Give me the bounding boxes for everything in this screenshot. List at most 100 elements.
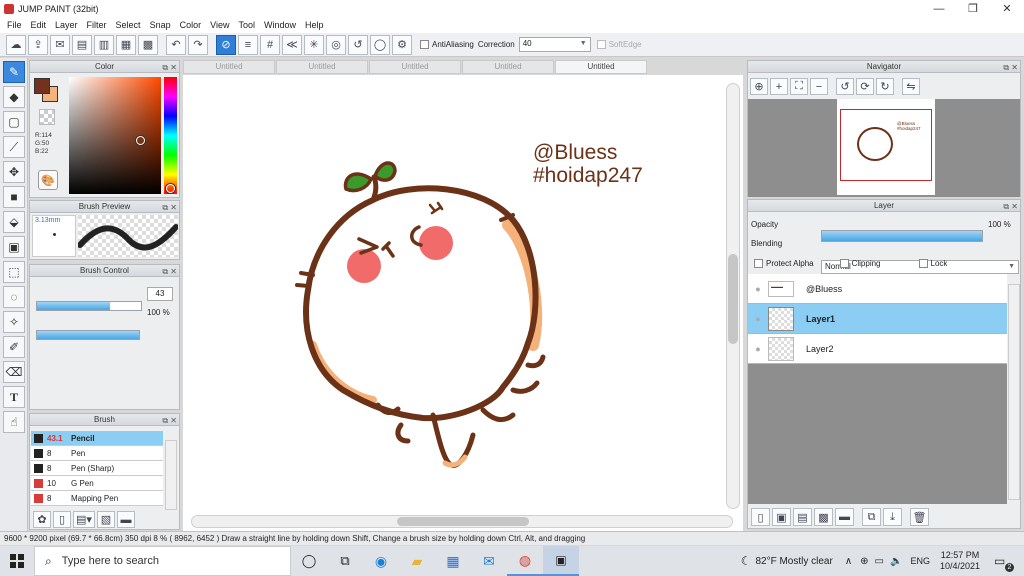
hue-slider-handle[interactable]: [166, 184, 175, 193]
flip-horizontal-icon[interactable]: ⇋: [902, 78, 920, 95]
crosshatch-snap-icon[interactable]: #: [260, 34, 280, 55]
settings-icon[interactable]: ⚙: [392, 34, 412, 55]
close-button[interactable]: ✕: [990, 0, 1024, 17]
drawing-canvas[interactable]: @Bluess #hoidap247: [183, 75, 743, 531]
tab-untitled-1[interactable]: Untitled: [183, 60, 275, 74]
edge-icon[interactable]: ◉: [363, 553, 399, 570]
navigator-viewport[interactable]: @Bluess #hoidap247: [748, 99, 1020, 197]
rotate-left-icon[interactable]: ↺: [836, 78, 854, 95]
layer-list-scrollbar[interactable]: [1008, 284, 1020, 500]
menu-view[interactable]: View: [207, 20, 235, 30]
select-tool-icon[interactable]: ⬚: [3, 261, 25, 283]
panel-close-icon[interactable]: ⧉ ✕: [162, 62, 177, 74]
message-icon[interactable]: ▤: [72, 34, 92, 55]
snap-off-icon[interactable]: ⊘: [216, 34, 236, 55]
file-explorer-icon[interactable]: ▰: [399, 553, 435, 570]
zoom-fit-icon[interactable]: ⊕: [750, 78, 768, 95]
color-picker-handle[interactable]: [136, 136, 145, 145]
network-icon[interactable]: ⊕: [860, 556, 868, 567]
new-halftone-layer-icon[interactable]: ▤: [793, 508, 812, 526]
layer-opacity-slider[interactable]: [821, 230, 983, 242]
brush-folder-icon[interactable]: ▬: [117, 511, 135, 528]
protect-alpha-checkbox[interactable]: [754, 258, 763, 268]
hand-tool-icon[interactable]: ☝: [3, 411, 25, 433]
menu-layer[interactable]: Layer: [52, 20, 84, 30]
lasso-tool-icon[interactable]: ◌: [3, 286, 25, 308]
page-icon[interactable]: ▦: [116, 34, 136, 55]
new-brush-icon[interactable]: ▯: [53, 511, 71, 528]
share-icon[interactable]: ⇪: [28, 34, 48, 55]
rotate-right-icon[interactable]: ↻: [876, 78, 894, 95]
brush-item-pencil[interactable]: 43.1 Pencil: [31, 431, 163, 446]
new-layer-icon[interactable]: ▯: [751, 508, 770, 526]
redo-icon[interactable]: ↷: [188, 34, 208, 55]
weather-text[interactable]: 82°F Mostly clear: [755, 556, 832, 567]
brush-item-g-pen[interactable]: 10 G Pen: [31, 476, 163, 491]
vertical-scroll-thumb[interactable]: [728, 254, 738, 344]
antialiasing-checkbox[interactable]: [420, 40, 429, 49]
text-tool-icon[interactable]: T: [3, 386, 25, 408]
jump-paint-taskbar-icon[interactable]: ▣: [543, 546, 579, 576]
language-indicator[interactable]: ENG: [910, 556, 930, 566]
brush-item-pen[interactable]: 8 Pen: [31, 446, 163, 461]
tab-untitled-4[interactable]: Untitled: [462, 60, 554, 74]
brush-opacity-slider[interactable]: [36, 330, 140, 340]
volume-icon[interactable]: 🔈: [890, 556, 902, 567]
color-field[interactable]: [69, 77, 161, 194]
panel-close-icon[interactable]: ⧉ ✕: [162, 415, 177, 427]
tab-untitled-2[interactable]: Untitled: [276, 60, 368, 74]
ellipse-snap-icon[interactable]: ◯: [370, 34, 390, 55]
eraser-tool-icon[interactable]: ◆: [3, 86, 25, 108]
windows-start-icon[interactable]: [0, 546, 34, 576]
panel-close-icon[interactable]: ⧉ ✕: [1003, 62, 1018, 74]
layer-row-layer2[interactable]: ● Layer2: [748, 334, 1007, 364]
bucket-tool-icon[interactable]: ⬙: [3, 211, 25, 233]
canvas-vertical-scrollbar[interactable]: [726, 83, 740, 509]
copy-brush-icon[interactable]: ▤▾: [73, 511, 95, 528]
store-icon[interactable]: ▦: [435, 553, 471, 570]
import-brush-icon[interactable]: ▧: [97, 511, 115, 528]
zoom-in-icon[interactable]: +: [770, 78, 788, 95]
menu-color[interactable]: Color: [177, 20, 208, 30]
horizontal-scroll-thumb[interactable]: [397, 517, 529, 526]
curve-snap-icon[interactable]: ↺: [348, 34, 368, 55]
eye-icon[interactable]: ●: [752, 343, 764, 355]
new-tone-layer-icon[interactable]: ▩: [814, 508, 833, 526]
select-eraser-tool-icon[interactable]: ⌫: [3, 361, 25, 383]
menu-window[interactable]: Window: [261, 20, 302, 30]
brush-item-pen-sharp[interactable]: 8 Pen (Sharp): [31, 461, 163, 476]
clock[interactable]: 12:57 PM 10/4/2021: [940, 550, 980, 572]
correction-select[interactable]: 40 ▼: [518, 37, 591, 52]
vanishing-point-snap-icon[interactable]: ≪: [282, 34, 302, 55]
restore-button[interactable]: ❐: [956, 0, 990, 17]
eye-icon[interactable]: ●: [752, 283, 764, 295]
clipping-checkbox[interactable]: [839, 258, 849, 268]
minimize-button[interactable]: —: [922, 0, 956, 17]
transparent-color-swatch[interactable]: [39, 109, 55, 125]
softedge-checkbox[interactable]: [596, 40, 606, 49]
grid-icon[interactable]: ▩: [138, 34, 158, 55]
palette-icon[interactable]: 🎨: [38, 170, 58, 190]
canvas-horizontal-scrollbar[interactable]: [191, 515, 733, 528]
shape-fill-tool-icon[interactable]: ■: [3, 186, 25, 208]
line-tool-icon[interactable]: ⟋: [3, 136, 25, 158]
task-view-icon[interactable]: ⧉: [327, 553, 363, 569]
panel-close-icon[interactable]: ⧉ ✕: [162, 202, 177, 214]
hue-slider[interactable]: [164, 77, 177, 194]
panel-close-icon[interactable]: ⧉ ✕: [162, 266, 177, 278]
duplicate-layer-icon[interactable]: ⧉: [862, 508, 881, 526]
menu-edit[interactable]: Edit: [28, 20, 53, 30]
cortana-icon[interactable]: ◯: [291, 553, 327, 569]
mail-icon[interactable]: ✉: [471, 553, 507, 570]
brush-size-input[interactable]: 43: [147, 287, 173, 301]
rect-select-tool-icon[interactable]: ▢: [3, 111, 25, 133]
tab-untitled-3[interactable]: Untitled: [369, 60, 461, 74]
panel-close-icon[interactable]: ⧉ ✕: [1003, 201, 1018, 213]
layer-row-layer1[interactable]: ● Layer1: [748, 304, 1007, 334]
document-icon[interactable]: ▥: [94, 34, 114, 55]
new-folder-icon[interactable]: ▬: [835, 508, 854, 526]
brush-size-slider[interactable]: [36, 301, 142, 311]
menu-snap[interactable]: Snap: [147, 20, 177, 30]
parallel-snap-icon[interactable]: ≡: [238, 34, 258, 55]
rotate-reset-icon[interactable]: ⟳: [856, 78, 874, 95]
